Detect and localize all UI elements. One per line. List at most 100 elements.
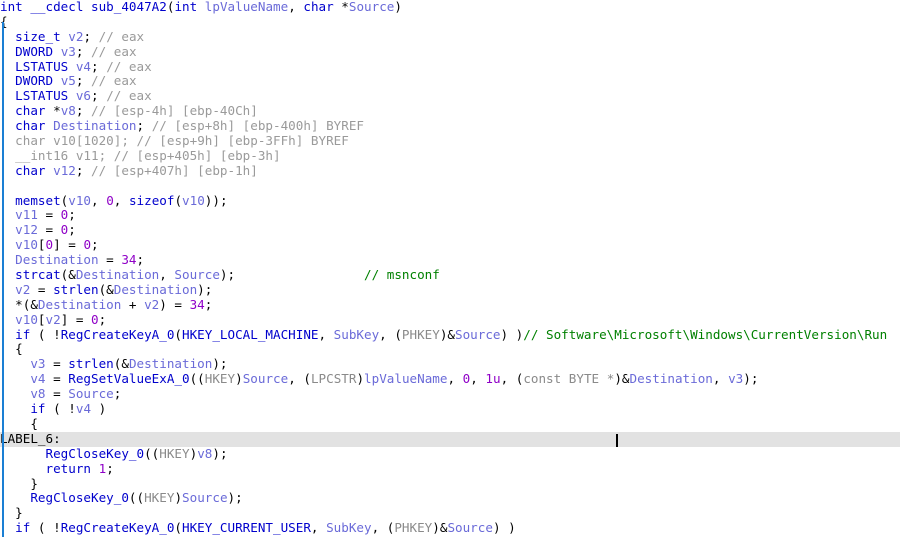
keyword-token: int — [174, 0, 198, 14]
keyword-token: size_t — [15, 28, 61, 44]
code-line[interactable]: } — [0, 505, 900, 521]
code-token: } — [0, 475, 38, 491]
code-token: ); — [212, 356, 228, 372]
code-line[interactable]: LSTATUS v4; // eax — [0, 59, 900, 75]
number-token: 0 — [106, 192, 114, 208]
code-line[interactable]: v10[0] = 0; — [0, 237, 900, 253]
code-line[interactable]: v4 = RegSetValueExA_0((HKEY)Source, (LPC… — [0, 371, 900, 387]
code-line[interactable]: v3 = strlen(&Destination); — [0, 356, 900, 372]
code-line[interactable]: *(&Destination + v2) = 34; — [0, 296, 900, 313]
code-line[interactable]: if ( !v4 ) — [0, 401, 900, 417]
text-caret — [616, 433, 618, 447]
code-token: ; — [204, 296, 213, 312]
code-line[interactable]: __int16 v11; // [esp+405h] [ebp-3h] — [0, 147, 900, 164]
comment-token: // [esp+407h] [ebp-1h] — [91, 162, 258, 178]
variable-token: Destination — [37, 296, 122, 312]
code-line[interactable]: v10[v2] = 0; — [0, 312, 900, 328]
cast-type-token: PHKEY — [394, 520, 433, 536]
code-line[interactable]: RegCloseKey_0((HKEY)v8); — [0, 445, 900, 462]
code-token: ; — [75, 103, 92, 119]
code-line[interactable]: } — [0, 475, 900, 492]
function-name-token: RegCloseKey_0 — [45, 445, 145, 461]
code-line[interactable]: size_t v2; // eax — [0, 28, 900, 45]
code-line[interactable]: v12 = 0; — [0, 222, 900, 238]
code-line[interactable]: v11 = 0; — [0, 208, 900, 223]
code-line[interactable]: return 1; — [0, 460, 900, 477]
keyword-token: return — [45, 460, 92, 476]
code-token: )& — [614, 371, 630, 387]
cast-type-token: const BYTE * — [523, 371, 615, 387]
keyword-token: LSTATUS — [15, 88, 69, 104]
code-token: ; — [113, 386, 122, 402]
code-token: (& — [60, 267, 76, 283]
unused-declaration-token: ; — [98, 147, 114, 163]
code-line[interactable] — [0, 179, 900, 194]
variable-token: v6 — [75, 88, 92, 104]
decompiler-pseudocode-view[interactable]: int __cdecl sub_4047A2 (int lpValueName , … — [0, 0, 900, 537]
variable-token: v3 — [728, 371, 744, 387]
variable-token: SubKey — [326, 520, 372, 536]
code-line[interactable]: { — [0, 342, 900, 357]
variable-token: Source — [182, 490, 228, 506]
code-token: ; — [91, 88, 107, 104]
code-token: * — [45, 103, 61, 119]
code-token: )& — [439, 326, 456, 342]
code-token: ) — [356, 371, 365, 387]
code-line[interactable]: { — [0, 14, 900, 30]
code-line[interactable]: if ( !RegCreateKeyA_0(HKEY_LOCAL_MACHINE… — [0, 326, 900, 343]
code-line[interactable]: if ( !RegCreateKeyA_0(HKEY_CURRENT_USER,… — [0, 520, 900, 536]
code-token: (& — [98, 281, 114, 297]
code-line[interactable]: char Destination; // [esp+8h] [ebp-400h]… — [0, 118, 900, 134]
code-token: , ( — [500, 371, 524, 387]
code-token: , — [310, 520, 327, 536]
code-line[interactable]: DWORD v3; // eax — [0, 44, 900, 60]
code-line[interactable]: v8 = Source; — [0, 386, 900, 402]
code-line[interactable]: RegCloseKey_0((HKEY)Source); — [0, 490, 900, 506]
code-line[interactable]: { — [0, 415, 900, 432]
function-name-token: RegSetValueExA_0 — [68, 371, 190, 387]
unused-declaration-token: ; — [121, 133, 137, 149]
variable-token: v11 — [15, 207, 38, 223]
code-token: ) — [174, 490, 183, 506]
keyword-token: if — [15, 326, 31, 342]
pseudocode-text-area[interactable]: int __cdecl sub_4047A2 (int lpValueName , … — [0, 0, 900, 537]
code-line[interactable]: char v10[1020]; // [esp+9h] [ebp-3FFh] B… — [0, 133, 900, 149]
variable-token: Source — [447, 520, 493, 536]
code-line[interactable]: strcat(&Destination, Source); // msnconf — [0, 267, 900, 283]
code-token: ( ! — [30, 520, 61, 536]
comment-token: // [esp+9h] [ebp-3FFh] BYREF — [136, 133, 349, 149]
code-line[interactable]: memset(v10, 0, sizeof(v10)); — [0, 192, 900, 209]
code-line[interactable]: LSTATUS v6; // eax — [0, 88, 900, 104]
code-line[interactable]: v2 = strlen(&Destination); — [0, 281, 900, 298]
code-line[interactable]: Destination = 34; — [0, 252, 900, 268]
cast-type-token: HKEY — [204, 371, 236, 387]
variable-token: Source — [68, 386, 114, 402]
code-line-current[interactable]: LABEL_6: — [0, 431, 900, 447]
variable-token: v2 — [144, 296, 160, 312]
code-token: , — [318, 326, 334, 342]
function-name-token: sub_4047A2 — [91, 0, 167, 14]
variable-token: v8 — [197, 445, 213, 461]
comment-token: // [esp+8h] [ebp-400h] BYREF — [151, 118, 364, 134]
number-token: 34 — [121, 252, 137, 268]
code-line[interactable]: int __cdecl sub_4047A2(int lpValueName, … — [0, 0, 900, 15]
keyword-token: DWORD — [15, 73, 54, 89]
code-line[interactable]: char v12; // [esp+407h] [ebp-1h] — [0, 162, 900, 179]
code-token: ; — [83, 28, 99, 44]
code-line[interactable]: DWORD v5; // eax — [0, 74, 900, 89]
code-token: )& — [432, 520, 448, 536]
code-token: (& — [113, 356, 129, 372]
code-token: { — [0, 415, 38, 431]
code-line[interactable]: char *v8; // [esp-4h] [ebp-40Ch] — [0, 103, 900, 119]
variable-token: Destination — [128, 356, 213, 372]
variable-token: lpValueName — [364, 371, 448, 387]
code-token: ); — [197, 281, 213, 297]
code-token: ) — [394, 0, 402, 14]
